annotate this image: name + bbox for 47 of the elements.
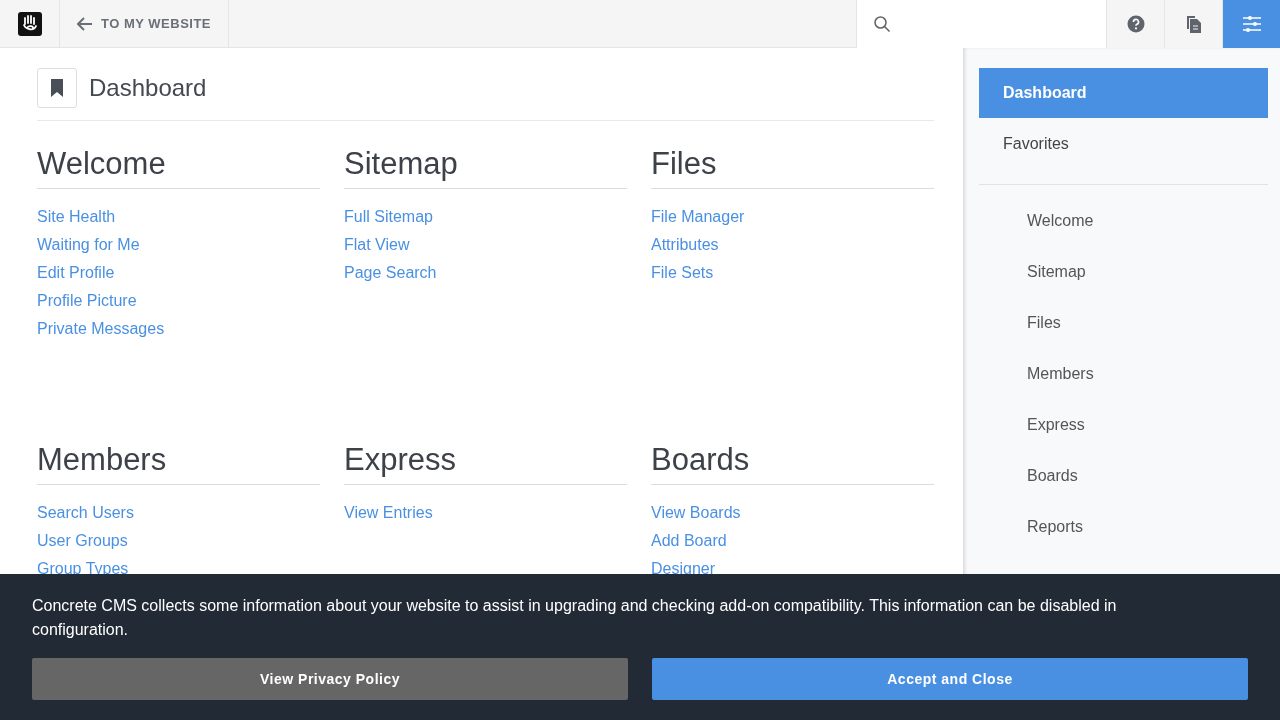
notice-text: Concrete CMS collects some information about your website to assist in upgrading and checking add-on compatibility. This information can be disabled in configuration. [32, 596, 1118, 640]
back-arrow-icon [77, 17, 93, 31]
page-title: Dashboard [89, 73, 207, 103]
section-link[interactable]: Flat View [344, 231, 410, 260]
section-link[interactable]: File Manager [651, 203, 745, 232]
section-heading: Members [37, 441, 320, 486]
sidebar-subitem[interactable]: Express [979, 399, 1268, 450]
sidebar-item[interactable]: Favorites [979, 119, 1268, 169]
search-field[interactable] [856, 0, 1106, 48]
sidebar-subitem[interactable]: Reports [979, 501, 1268, 552]
help-icon [1126, 15, 1145, 33]
pages-button[interactable] [1164, 0, 1222, 48]
section-link[interactable]: File Sets [651, 259, 714, 288]
section-link[interactable]: View Boards [651, 499, 741, 528]
section-link[interactable]: Private Messages [37, 315, 165, 344]
section-link[interactable]: Full Sitemap [344, 203, 433, 232]
section-link[interactable]: View Entries [344, 499, 433, 528]
section-heading: Sitemap [344, 145, 627, 190]
section-link[interactable]: Page Search [344, 259, 437, 288]
accept-button[interactable]: Accept and Close [652, 658, 1248, 700]
sidebar-item[interactable]: Dashboard [979, 68, 1268, 118]
privacy-policy-button[interactable]: View Privacy Policy [32, 658, 628, 700]
sidebar-subitem[interactable]: Welcome [979, 195, 1268, 246]
section-link[interactable]: Site Health [37, 203, 116, 232]
section-heading: Files [651, 145, 934, 190]
section-link[interactable]: Edit Profile [37, 259, 115, 288]
section-link[interactable]: Waiting for Me [37, 231, 140, 260]
section-heading: Welcome [37, 145, 320, 190]
sidebar-subitem[interactable]: Boards [979, 450, 1268, 501]
sidebar-subitem[interactable]: Members [979, 348, 1268, 399]
back-link[interactable]: TO MY WEBSITE [60, 0, 230, 48]
help-button[interactable] [1106, 0, 1164, 48]
logo-icon[interactable] [17, 11, 42, 36]
search-icon [873, 15, 891, 33]
section-heading: Express [344, 441, 627, 486]
section-link[interactable]: User Groups [37, 527, 128, 556]
sidebar-subitem[interactable]: Files [979, 297, 1268, 348]
documents-icon [1185, 15, 1202, 33]
section-link[interactable]: Attributes [651, 231, 719, 260]
sliders-icon [1242, 16, 1261, 32]
bookmark-icon [50, 79, 64, 97]
section-link[interactable]: Profile Picture [37, 287, 137, 316]
sidebar-subitem[interactable]: Sitemap [979, 246, 1268, 297]
section-link[interactable]: Search Users [37, 499, 134, 528]
section-heading: Boards [651, 441, 934, 486]
section-link[interactable]: Add Board [651, 527, 727, 556]
settings-button[interactable] [1222, 0, 1280, 48]
